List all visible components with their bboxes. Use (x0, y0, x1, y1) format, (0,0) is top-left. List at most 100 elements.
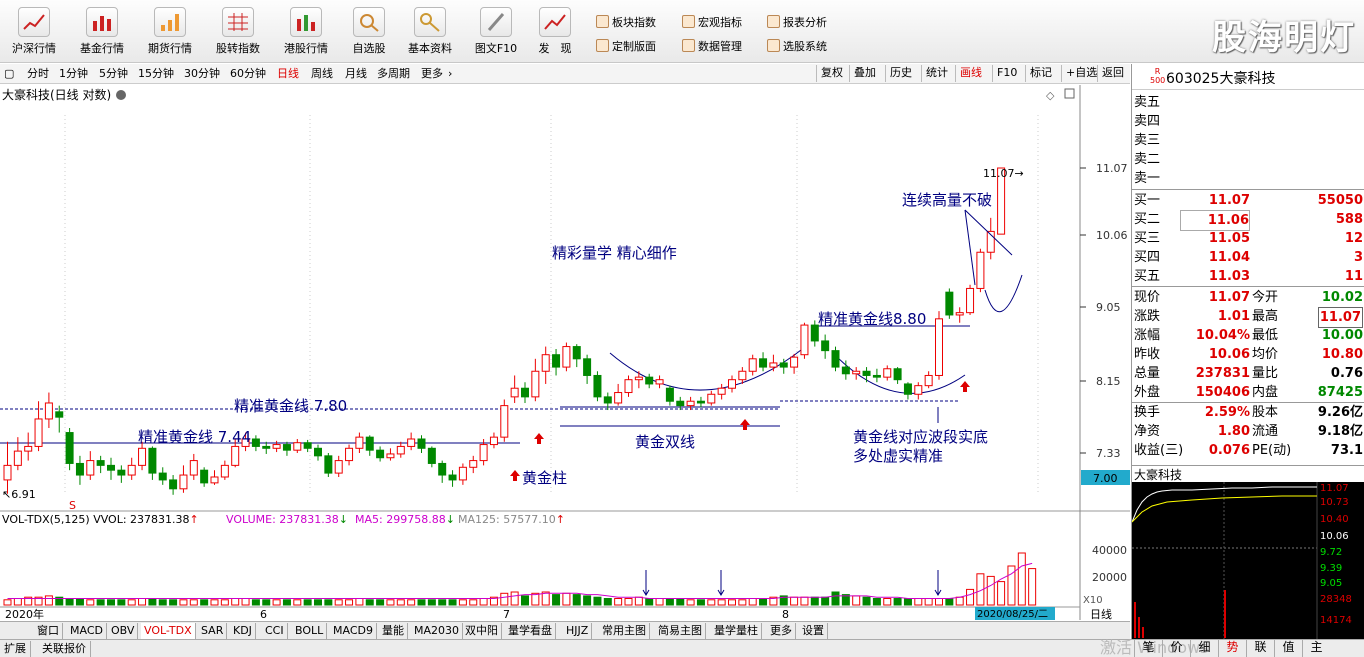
tool-history[interactable]: 历史 (885, 65, 916, 82)
period-weekly[interactable]: 周线 (311, 66, 333, 82)
candle-body (293, 442, 302, 451)
candle-body (458, 466, 467, 481)
tab-double-yang[interactable]: 双中阳 (462, 623, 502, 639)
period-30min[interactable]: 30分钟 (184, 66, 220, 82)
toolbar-button-futures-quotes[interactable]: 期货行情 (138, 3, 202, 61)
tool-draw-line[interactable]: 画线 (955, 65, 986, 82)
tool-overlay[interactable]: 叠加 (849, 65, 880, 82)
tool-back[interactable]: 返回 (1097, 65, 1128, 82)
link-macro-indicators[interactable]: 宏观指标 (682, 13, 742, 33)
toolbar-button-discover[interactable]: 发 现 (523, 3, 587, 61)
tool-statistics[interactable]: 统计 (921, 65, 952, 82)
macro-icon (682, 15, 695, 28)
stat-row: 外盘 150406 内盘 87425 (1134, 385, 1363, 400)
tab-ma2030[interactable]: MA2030 (411, 623, 464, 639)
candle-body (127, 464, 136, 476)
tab-volume-bars[interactable]: 量学量柱 (711, 623, 762, 639)
period-1min[interactable]: 1分钟 (59, 66, 88, 82)
annotation-slogan: 精彩量学 精心细作 (552, 244, 677, 262)
tab-value[interactable]: 值 (1274, 639, 1302, 657)
tab-macd[interactable]: MACD (67, 623, 107, 639)
candle-body (86, 460, 95, 476)
chevron-right-icon[interactable]: › (448, 66, 452, 82)
period-monthly[interactable]: 月线 (345, 66, 367, 82)
tab-volume-study[interactable]: 量学看盘 (505, 623, 556, 639)
tab-volume-energy[interactable]: 量能 (379, 623, 408, 639)
volume-bar (158, 599, 167, 606)
mini-vol-tick: 14174 (1320, 615, 1352, 626)
link-data-management[interactable]: 数据管理 (682, 37, 742, 57)
toolbar-button-watchlist[interactable]: 自选股 (337, 3, 401, 61)
tab-ticks[interactable]: 笔 (1134, 639, 1162, 657)
tab-boll[interactable]: BOLL (292, 623, 328, 639)
link-report-analysis[interactable]: 报表分析 (767, 13, 827, 33)
tool-add-watchlist[interactable]: +自选 (1061, 65, 1101, 82)
candle-body (365, 436, 374, 451)
stat2-row: 收益(三) 0.076 PE(动) 73.1 (1134, 443, 1363, 458)
toolbar-button-hk-quotes[interactable]: 港股行情 (274, 3, 338, 61)
annotation-high-volume: 连续高量不破 (902, 191, 992, 209)
kline-chart[interactable]: 大豪科技(日线 对数) ◇ 11.07 10.06 9.05 8.15 7.33… (0, 85, 1130, 512)
chart-menu-icon[interactable] (116, 90, 126, 100)
sell-row: 卖三 (1134, 133, 1161, 148)
period-intraday[interactable]: 分时 (27, 66, 49, 82)
tab-detail[interactable]: 细 (1190, 639, 1218, 657)
toolbar-button-neeq-index[interactable]: 股转指数 (206, 3, 270, 61)
volume-bar (3, 599, 12, 606)
tab-macd9[interactable]: MACD9 (330, 623, 377, 639)
tab-linked[interactable]: 联 (1246, 639, 1274, 657)
status-expand[interactable]: 扩展 (0, 641, 31, 657)
toolbar-button-shanghai-shenzhen-quotes[interactable]: 沪深行情 (2, 3, 66, 61)
period-more[interactable]: 更多 (421, 66, 443, 82)
volume-bar (500, 592, 509, 606)
candle-body (24, 445, 33, 452)
volume-bar (728, 599, 736, 606)
tool-adjust[interactable]: 复权 (816, 65, 847, 82)
volume-bar (407, 599, 416, 606)
candle-body (924, 374, 933, 387)
volume-bar (562, 592, 571, 606)
period-15min[interactable]: 15分钟 (138, 66, 174, 82)
status-related-quotes[interactable]: 关联报价 (38, 641, 91, 657)
tool-f10[interactable]: F10 (992, 65, 1021, 82)
period-multi[interactable]: 多周期 (377, 66, 410, 82)
tab-trend[interactable]: 势 (1218, 639, 1246, 657)
link-sector-index[interactable]: 板块指数 (596, 13, 656, 33)
period-5min[interactable]: 5分钟 (99, 66, 128, 82)
tab-common-main[interactable]: 常用主图 (599, 623, 650, 639)
low-price-label: ↖6.91 (2, 488, 36, 501)
tab-price[interactable]: 价 (1162, 639, 1190, 657)
tab-cci[interactable]: CCI (262, 623, 288, 639)
stat2-row: 换手 2.59% 股本 9.26亿 (1134, 405, 1363, 420)
tab-hjjz[interactable]: HJJZ (563, 623, 593, 639)
restore-icon[interactable]: ▢ (4, 66, 14, 82)
volume-bar (427, 599, 436, 606)
mini-intraday-chart[interactable]: 11.07 10.73 10.40 10.06 9.72 9.39 9.05 2… (1132, 482, 1364, 639)
period-daily[interactable]: 日线 (277, 66, 299, 82)
volume-bar (251, 599, 260, 606)
tab-window[interactable]: 窗口 (34, 623, 63, 639)
volume-bar (738, 599, 747, 606)
tab-settings[interactable]: 设置 (799, 623, 828, 639)
link-stock-selection[interactable]: 选股系统 (767, 37, 827, 57)
diamond-icon[interactable]: ◇ (1046, 89, 1055, 102)
volume-bar (293, 599, 302, 606)
candle-body (852, 370, 861, 375)
toolbar-button-basic-info[interactable]: 基本资料 (398, 3, 462, 61)
candle-body (386, 453, 395, 459)
tab-main[interactable]: 主 (1302, 639, 1330, 657)
volume-panel[interactable]: VOL-TDX(5,125) VVOL: 237831.38↑ VOLUME: … (0, 510, 1130, 620)
tool-mark[interactable]: 标记 (1025, 65, 1056, 82)
tab-sar[interactable]: SAR (198, 623, 228, 639)
tab-obv[interactable]: OBV (108, 623, 139, 639)
toolbar-button-label: 港股行情 (284, 42, 328, 55)
tab-simple-main[interactable]: 简易主图 (655, 623, 706, 639)
link-custom-layout[interactable]: 定制版面 (596, 37, 656, 57)
tab-vol-tdx[interactable]: VOL-TDX (141, 623, 196, 639)
tab-kdj[interactable]: KDJ (230, 623, 256, 639)
toolbar-button-f10-text[interactable]: 图文F10 (464, 3, 528, 61)
tab-more[interactable]: 更多 (767, 623, 796, 639)
toolbar-button-fund-quotes[interactable]: 基金行情 (70, 3, 134, 61)
stat2-row: 净资 1.80 流通 9.18亿 (1134, 424, 1363, 439)
period-60min[interactable]: 60分钟 (230, 66, 266, 82)
